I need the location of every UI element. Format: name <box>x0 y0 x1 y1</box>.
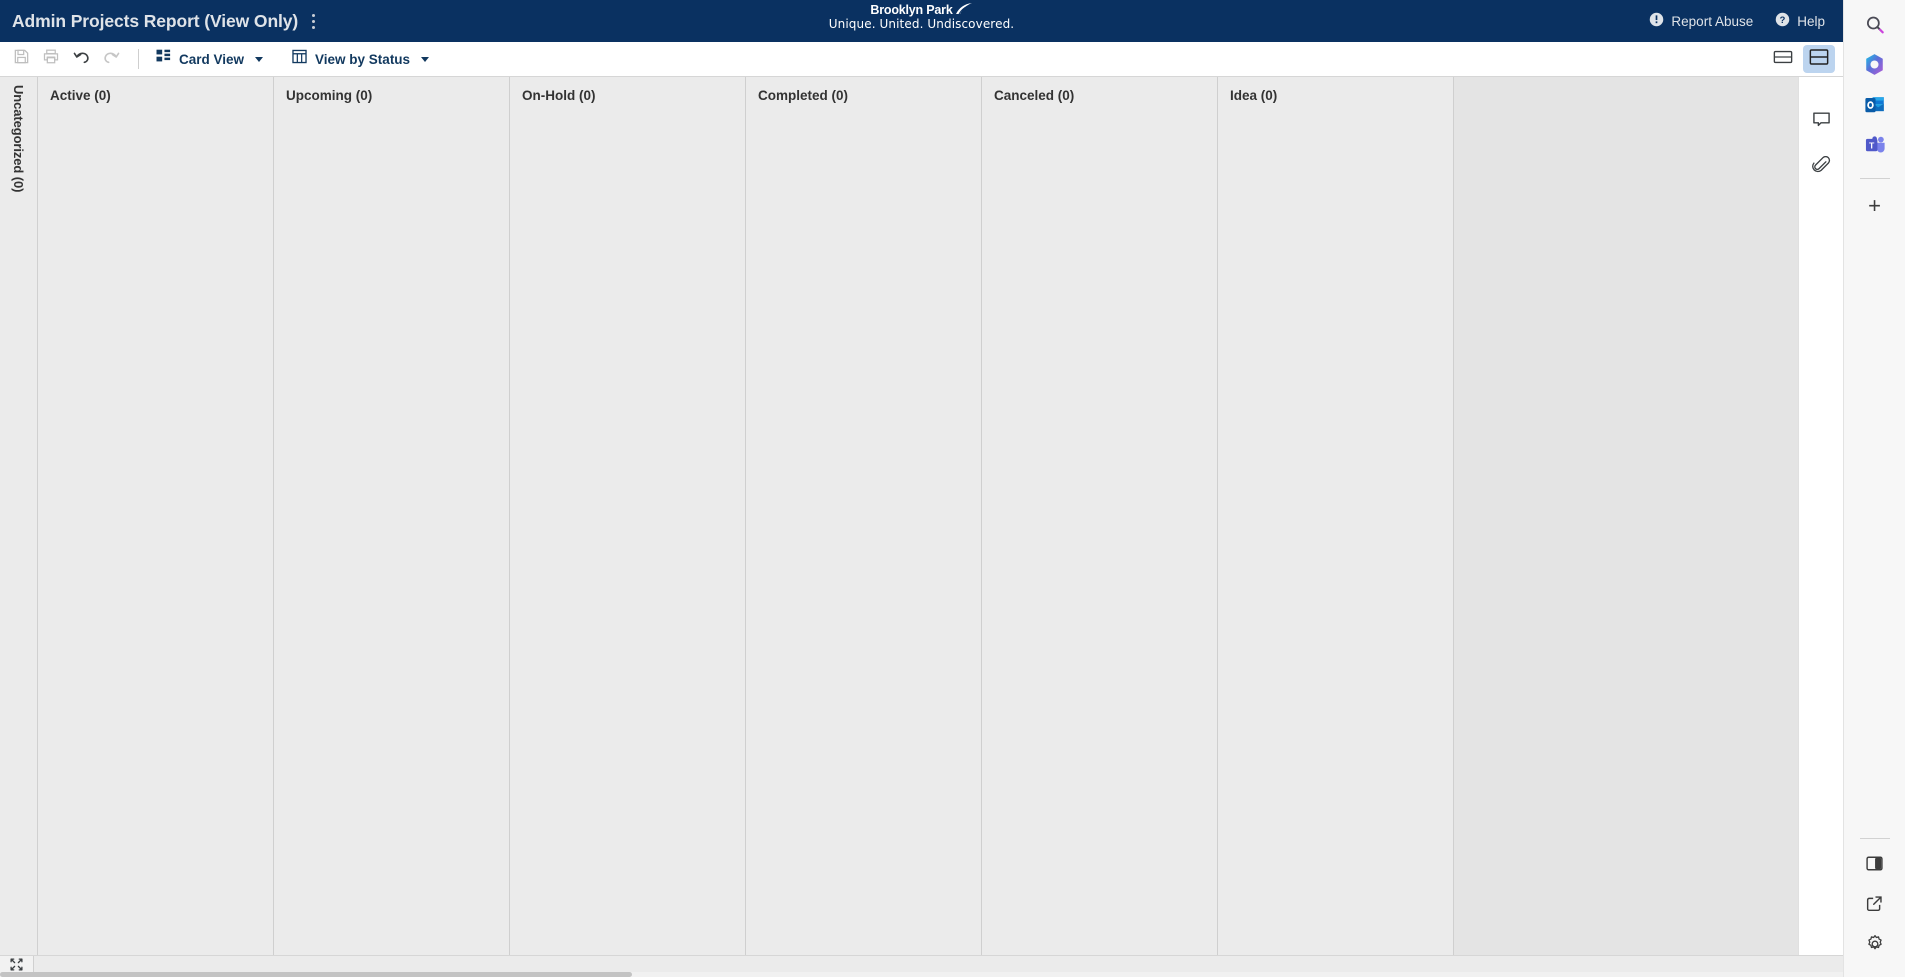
paperclip-icon <box>1811 155 1831 180</box>
report-abuse-link[interactable]: Report Abuse <box>1649 12 1753 30</box>
brand-name-row: Brooklyn Park <box>870 2 972 18</box>
undo-icon <box>72 48 91 71</box>
redo-button[interactable] <box>96 45 126 73</box>
edge-split-screen-button[interactable] <box>1855 847 1895 885</box>
app-right-rail <box>1798 77 1843 955</box>
chevron-down-icon-2 <box>421 56 430 62</box>
split-screen-icon <box>1865 854 1884 878</box>
open-external-icon <box>1865 894 1884 918</box>
board-column-idea[interactable]: Idea (0) <box>1218 77 1454 955</box>
help-circle-icon: ? <box>1775 12 1790 30</box>
board-column-upcoming[interactable]: Upcoming (0) <box>274 77 510 955</box>
board-column-canceled[interactable]: Canceled (0) <box>982 77 1218 955</box>
column-dropzone[interactable] <box>982 103 1217 955</box>
board-empty-space <box>1454 77 1798 955</box>
column-dropzone[interactable] <box>746 103 981 955</box>
split-pane-icon <box>1809 48 1829 71</box>
column-dropzone[interactable] <box>510 103 745 955</box>
sidebar-divider-bottom <box>1859 838 1890 839</box>
board-columns: Active (0) Upcoming (0) On-Hold (0) Comp… <box>38 77 1798 955</box>
table-view-icon <box>291 48 308 70</box>
edge-settings-button[interactable] <box>1855 927 1895 965</box>
edge-open-new-window-button[interactable] <box>1855 887 1895 925</box>
alert-circle-icon <box>1649 12 1664 30</box>
print-icon <box>42 48 60 70</box>
brand-swoosh-icon <box>955 2 973 18</box>
column-dropzone[interactable] <box>38 103 273 955</box>
board-column-completed[interactable]: Completed (0) <box>746 77 982 955</box>
edge-add-button[interactable]: + <box>1855 187 1895 225</box>
column-header-label: Canceled (0) <box>994 88 1075 103</box>
chevron-down-icon <box>255 56 264 62</box>
comments-button[interactable] <box>1805 107 1837 137</box>
browser-window: Admin Projects Report (View Only) Brookl… <box>0 0 1905 977</box>
brand-name-text: Brooklyn Park <box>870 3 953 17</box>
svg-text:T: T <box>1869 140 1875 150</box>
column-header-label: Idea (0) <box>1230 88 1278 103</box>
swimlane-uncategorized[interactable]: Uncategorized (0) <box>0 77 38 955</box>
board-column-active[interactable]: Active (0) <box>38 77 274 955</box>
app-bottombar <box>0 955 1843 977</box>
edge-search-button[interactable] <box>1855 8 1895 46</box>
swimlane-label-text: Uncategorized (0) <box>11 85 26 193</box>
column-header-label: Completed (0) <box>758 88 849 103</box>
column-header-label: Active (0) <box>50 88 111 103</box>
search-icon <box>1864 14 1886 41</box>
kebab-menu-icon[interactable] <box>306 10 321 33</box>
gear-icon <box>1865 934 1885 959</box>
card-view-icon <box>155 48 172 70</box>
copilot-icon <box>1862 52 1887 82</box>
edge-teams-button[interactable]: T <box>1855 128 1895 166</box>
toolbar-divider <box>138 49 139 69</box>
app-titlebar: Admin Projects Report (View Only) Brookl… <box>0 0 1843 42</box>
toolbar-layout-toggles <box>1767 45 1835 73</box>
titlebar-left: Admin Projects Report (View Only) <box>0 10 321 33</box>
help-link[interactable]: ? Help <box>1775 12 1825 30</box>
column-header-label: On-Hold (0) <box>522 88 596 103</box>
column-dropzone[interactable] <box>1218 103 1453 955</box>
column-dropzone[interactable] <box>274 103 509 955</box>
edge-outlook-button[interactable] <box>1855 88 1895 126</box>
horizontal-scrollbar-thumb[interactable] <box>0 972 632 977</box>
browser-sidebar: T + <box>1843 0 1905 977</box>
help-label: Help <box>1797 13 1825 29</box>
teams-icon: T <box>1863 133 1887 162</box>
save-button[interactable] <box>6 45 36 73</box>
card-view-label: Card View <box>179 51 245 67</box>
report-abuse-label: Report Abuse <box>1671 13 1754 29</box>
brand-tagline: Unique. United. Undiscovered. <box>828 17 1015 31</box>
single-pane-layout-toggle[interactable] <box>1767 45 1799 73</box>
split-pane-layout-toggle[interactable] <box>1803 45 1835 73</box>
undo-button[interactable] <box>66 45 96 73</box>
card-view-selector[interactable]: Card View <box>149 45 273 73</box>
sidebar-divider-top <box>1859 178 1890 179</box>
attachments-button[interactable] <box>1805 153 1837 183</box>
column-header-label: Upcoming (0) <box>286 88 373 103</box>
redo-icon <box>102 48 121 71</box>
page-content: Admin Projects Report (View Only) Brookl… <box>0 0 1843 977</box>
board-column-on-hold[interactable]: On-Hold (0) <box>510 77 746 955</box>
single-pane-icon <box>1773 49 1793 70</box>
app-toolbar: Card View View by Status <box>0 42 1843 77</box>
horizontal-scrollbar[interactable] <box>0 972 1843 977</box>
board-scroll-region: Uncategorized (0) Active (0) Upcoming (0… <box>0 77 1798 955</box>
edge-copilot-button[interactable] <box>1855 48 1895 86</box>
group-by-label: View by Status <box>315 51 411 67</box>
print-button[interactable] <box>36 45 66 73</box>
page-title: Admin Projects Report (View Only) <box>12 10 299 31</box>
plus-icon: + <box>1868 193 1881 218</box>
svg-text:?: ? <box>1780 15 1786 25</box>
board-area: Uncategorized (0) Active (0) Upcoming (0… <box>0 77 1843 955</box>
comment-icon <box>1812 111 1831 134</box>
save-icon <box>13 48 30 70</box>
titlebar-right: Report Abuse ? Help <box>1649 12 1843 30</box>
outlook-icon <box>1863 93 1887 122</box>
group-by-selector[interactable]: View by Status <box>285 45 439 73</box>
